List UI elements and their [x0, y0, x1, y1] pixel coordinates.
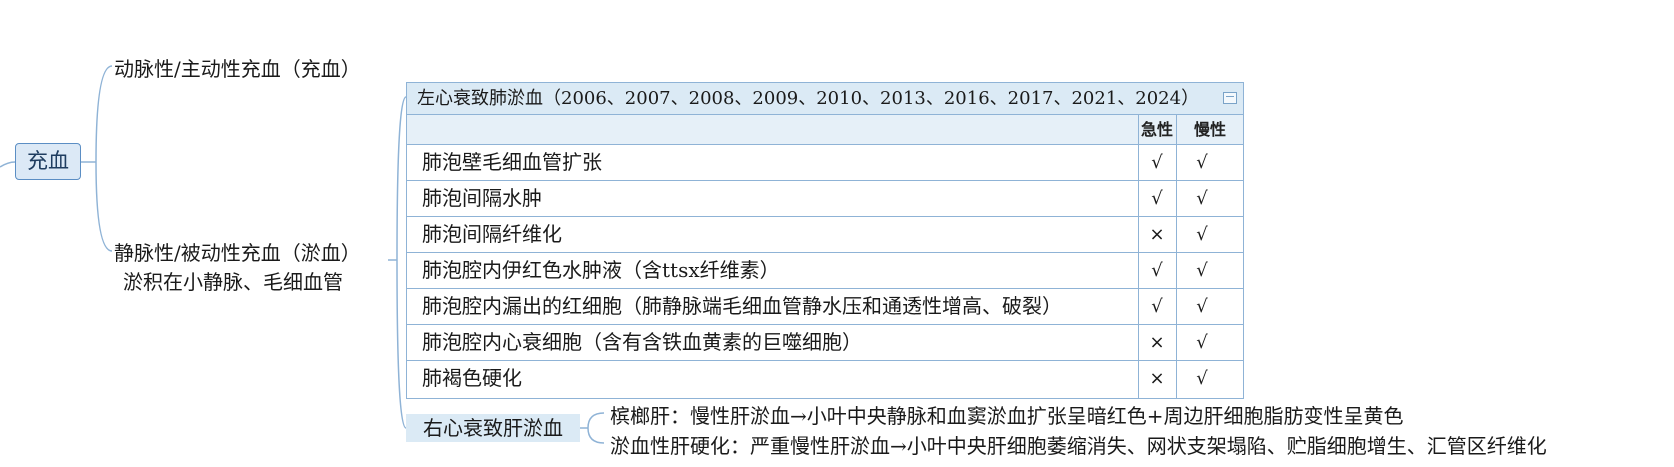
- chronic-mark: √: [1196, 332, 1208, 353]
- table-row: 肺泡间隔水肿 √ √: [407, 181, 1243, 217]
- column-header-acute: 急性: [1140, 120, 1173, 139]
- root-node[interactable]: 充血: [15, 143, 81, 180]
- item1-connector: [587, 412, 605, 429]
- table-row: 肺泡腔内漏出的红细胞（肺静脉端毛细血管静水压和通透性增高、破裂） √ √: [407, 289, 1243, 325]
- venous-congestion-sublabel: 淤积在小静脉、毛细血管: [123, 270, 343, 294]
- acute-mark: ×: [1149, 332, 1165, 353]
- table-row: 肺泡腔内心衰细胞（含有含铁血黄素的巨噬细胞） × √: [407, 325, 1243, 361]
- table-icon[interactable]: [1223, 92, 1237, 104]
- acute-mark: √: [1151, 188, 1163, 209]
- chronic-mark: √: [1196, 224, 1208, 245]
- chronic-mark: √: [1196, 368, 1208, 389]
- right-heart-node[interactable]: 右心衰致肝淤血: [406, 414, 580, 442]
- arterial-congestion-node[interactable]: 动脉性/主动性充血（充血）: [114, 53, 361, 82]
- chronic-mark: √: [1196, 152, 1208, 173]
- left-heart-title-text: 左心衰致肺淤血（2006、2007、2008、2009、2010、2013、20…: [417, 88, 1200, 109]
- right-heart-connector: [396, 259, 407, 429]
- item2-connector: [587, 427, 605, 444]
- nutmeg-liver-item[interactable]: 槟榔肝：慢性肝淤血→小叶中央静脉和血窦淤血扩张呈暗红色+周边肝细胞脂肪变性呈黄色: [610, 400, 1404, 429]
- row-name: 肺泡间隔水肿: [422, 186, 542, 210]
- acute-mark: √: [1151, 260, 1163, 281]
- left-heart-table[interactable]: 左心衰致肺淤血（2006、2007、2008、2009、2010、2013、20…: [406, 82, 1244, 399]
- table-row: 肺褐色硬化 × √: [407, 361, 1243, 397]
- row-name: 肺泡壁毛细血管扩张: [422, 150, 602, 174]
- acute-mark: ×: [1149, 368, 1165, 389]
- left-heart-title: 左心衰致肺淤血（2006、2007、2008、2009、2010、2013、20…: [407, 83, 1243, 115]
- acute-mark: √: [1151, 152, 1163, 173]
- row-name: 肺泡腔内伊红色水肿液（含ttsx纤维素）: [422, 258, 780, 282]
- table-body: 肺泡壁毛细血管扩张 √ √ 肺泡间隔水肿 √ √ 肺泡间隔纤维化 × √ 肺泡腔内伊红色水肿液（含…: [407, 145, 1243, 398]
- acute-mark: √: [1151, 296, 1163, 317]
- row-name: 肺褐色硬化: [422, 366, 522, 390]
- incoming-connector: [0, 161, 16, 168]
- chronic-mark: √: [1196, 188, 1208, 209]
- acute-mark: ×: [1149, 224, 1165, 245]
- venous-congestion-label: 静脉性/被动性充血（淤血）: [114, 241, 361, 265]
- row-name: 肺泡腔内心衰细胞（含有含铁血黄素的巨噬细胞）: [422, 330, 862, 354]
- row-name: 肺泡腔内漏出的红细胞（肺静脉端毛细血管静水压和通透性增高、破裂）: [422, 294, 1062, 318]
- venous-congestion-node[interactable]: 静脉性/被动性充血（淤血） 淤积在小静脉、毛细血管: [114, 237, 361, 295]
- venous-connector: [95, 161, 113, 252]
- chronic-mark: √: [1196, 296, 1208, 317]
- row-name: 肺泡间隔纤维化: [422, 222, 562, 246]
- table-row: 肺泡腔内伊红色水肿液（含ttsx纤维素） √ √: [407, 253, 1243, 289]
- arterial-connector: [95, 65, 113, 163]
- column-header-chronic: 慢性: [1193, 120, 1226, 139]
- left-heart-connector: [396, 96, 407, 261]
- table-header-row: 急性 慢性: [407, 115, 1243, 145]
- chronic-mark: √: [1196, 260, 1208, 281]
- table-row: 肺泡间隔纤维化 × √: [407, 217, 1243, 253]
- congestive-cirrhosis-item[interactable]: 淤血性肝硬化：严重慢性肝淤血→小叶中央肝细胞萎缩消失、网状支架塌陷、贮脂细胞增生…: [610, 430, 1547, 459]
- table-row: 肺泡壁毛细血管扩张 √ √: [407, 145, 1243, 181]
